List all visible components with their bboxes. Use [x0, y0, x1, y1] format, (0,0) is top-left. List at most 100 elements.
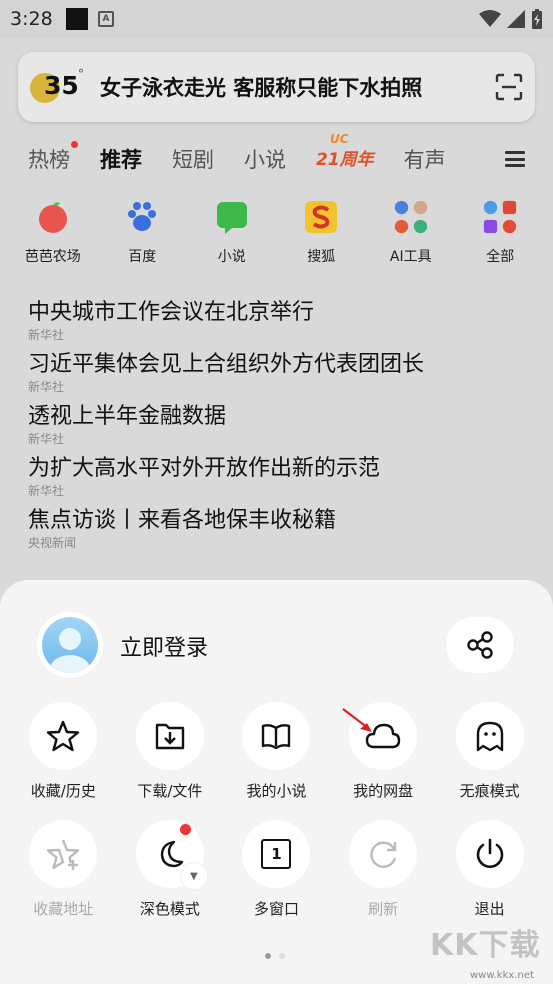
news-title: 焦点访谈丨来看各地保丰收秘籍	[28, 508, 337, 533]
news-title: 透视上半年金融数据	[28, 404, 227, 429]
dark-mode-notification-dot	[179, 824, 191, 835]
app-label: 搜狐	[307, 249, 336, 265]
page-indicator	[265, 953, 285, 959]
tab-audio[interactable]: 有声	[404, 144, 446, 174]
star-plus-icon	[47, 839, 80, 870]
watermark-url: www.kkx.net	[470, 970, 534, 981]
menu-label: 收藏地址	[33, 900, 94, 918]
app-all[interactable]: 全部	[460, 198, 540, 280]
tab-hot-label: 热榜	[28, 148, 70, 172]
degree-symbol: °	[78, 67, 84, 81]
news-source: 新华社	[28, 432, 65, 446]
ai-tools-icon	[392, 198, 430, 236]
power-icon	[476, 838, 503, 868]
user-avatar-icon	[42, 617, 98, 673]
channel-menu-icon[interactable]	[505, 151, 525, 167]
login-button[interactable]: 立即登录	[120, 630, 208, 662]
news-source: 央视新闻	[28, 536, 77, 550]
menu-label: 深色模式	[139, 900, 200, 918]
news-source: 新华社	[28, 328, 65, 342]
menu-exit[interactable]: 退出	[440, 820, 540, 919]
menu-row-1: 收藏/历史 下载/文件 我的小说 我的网盘 无痕模式	[0, 702, 553, 801]
tab-hot-dot	[71, 141, 78, 148]
app-label: 百度	[128, 249, 157, 265]
news-item[interactable]: 为扩大高水平对外开放作出新的示范 新华社	[28, 454, 528, 506]
window-icon: 1	[261, 839, 292, 869]
channel-tabs: 热榜 推荐 短剧 小说 UC 21周年 有声	[0, 132, 553, 182]
news-title: 习近平集体会见上合组织外方代表团团长	[28, 352, 425, 377]
menu-multi-window[interactable]: 1 多窗口	[226, 820, 326, 919]
watermark-logo: KK下载	[430, 928, 541, 963]
app-shortcuts: 芭芭农场 百度 小说 搜狐 AI工具 全部	[0, 198, 553, 280]
app-label: 全部	[486, 249, 515, 265]
uc-logo-text: UC	[330, 131, 349, 146]
app-label: AI工具	[389, 249, 432, 265]
app-label: 芭芭农场	[24, 249, 81, 265]
all-apps-icon	[481, 198, 519, 236]
news-title: 为扩大高水平对外开放作出新的示范	[28, 456, 381, 481]
news-item[interactable]: 透视上半年金融数据 新华社	[28, 402, 528, 454]
app-sohu[interactable]: 搜狐	[281, 198, 361, 280]
search-hot-headline[interactable]: 女子泳衣走光 客服称只能下水拍照	[100, 72, 487, 102]
menu-dark-mode[interactable]: ▼ 深色模式	[120, 820, 220, 919]
app-label: 小说	[217, 249, 246, 265]
status-bar: 3:28 A	[0, 0, 553, 38]
avatar[interactable]	[37, 612, 103, 678]
menu-bookmark-page[interactable]: 收藏地址	[13, 820, 113, 919]
menu-my-novels[interactable]: 我的小说	[226, 702, 326, 801]
menu-incognito-mode[interactable]: 无痕模式	[440, 702, 540, 801]
weather-widget[interactable]: 35 °	[30, 67, 92, 107]
tab-novel[interactable]: 小说	[244, 144, 286, 174]
news-source: 新华社	[28, 380, 65, 394]
share-icon	[467, 631, 493, 659]
page-dot	[279, 953, 285, 959]
app-baidu[interactable]: 百度	[102, 198, 182, 280]
tab-short-drama[interactable]: 短剧	[172, 144, 214, 174]
ghost-icon	[476, 721, 503, 752]
app-babafarm[interactable]: 芭芭农场	[13, 198, 93, 280]
menu-label: 下载/文件	[137, 782, 203, 800]
app-novel[interactable]: 小说	[192, 198, 272, 280]
menu-label: 无痕模式	[459, 782, 520, 800]
share-button[interactable]	[446, 617, 514, 673]
news-title: 中央城市工作会议在北京举行	[28, 300, 315, 325]
annotation-arrow-icon	[342, 708, 372, 732]
scan-icon[interactable]	[495, 73, 523, 101]
temperature: 35	[44, 71, 79, 100]
menu-favorites-history[interactable]: 收藏/历史	[13, 702, 113, 801]
menu-row-2: 收藏地址 ▼ 深色模式 1 多窗口 刷新 退出	[0, 820, 553, 919]
menu-label: 多窗口	[253, 900, 299, 918]
app-ai-tools[interactable]: AI工具	[371, 198, 451, 280]
search-bar[interactable]: 35 ° 女子泳衣走光 客服称只能下水拍照	[18, 52, 535, 122]
tab-anniversary[interactable]: UC 21周年	[316, 132, 374, 170]
page-dot	[265, 953, 271, 959]
menu-label: 我的小说	[246, 782, 307, 800]
chevron-down-icon[interactable]: ▼	[179, 862, 208, 890]
news-item[interactable]: 习近平集体会见上合组织外方代表团团长 新华社	[28, 350, 528, 402]
notification-letter-icon: A	[98, 11, 114, 27]
menu-refresh[interactable]: 刷新	[333, 820, 433, 919]
battery-icon	[532, 9, 542, 29]
watermark: KK下载 www.kkx.net	[430, 920, 550, 981]
menu-label: 刷新	[368, 900, 399, 918]
news-item[interactable]: 焦点访谈丨来看各地保丰收秘籍 央视新闻	[28, 506, 528, 558]
sohu-icon	[302, 198, 340, 236]
book-icon	[262, 724, 291, 750]
menu-label: 收藏/历史	[30, 782, 96, 800]
news-source: 新华社	[28, 484, 65, 498]
apple-icon	[34, 198, 72, 236]
news-item[interactable]: 中央城市工作会议在北京举行 新华社	[28, 298, 528, 350]
signal-icon	[507, 10, 525, 28]
star-icon	[47, 720, 80, 752]
status-time: 3:28	[10, 8, 53, 30]
tab-hot[interactable]: 热榜	[28, 141, 78, 174]
refresh-icon	[370, 841, 397, 868]
news-list: 中央城市工作会议在北京举行 新华社 习近平集体会见上合组织外方代表团团长 新华社…	[28, 298, 528, 558]
tab-anniversary-label: 21周年	[316, 149, 374, 170]
window-count: 1	[271, 845, 282, 863]
notification-icon	[66, 8, 88, 30]
moon-icon	[160, 840, 184, 868]
tab-recommend[interactable]: 推荐	[100, 144, 142, 174]
menu-label: 我的网盘	[353, 782, 414, 800]
menu-downloads-files[interactable]: 下载/文件	[120, 702, 220, 801]
